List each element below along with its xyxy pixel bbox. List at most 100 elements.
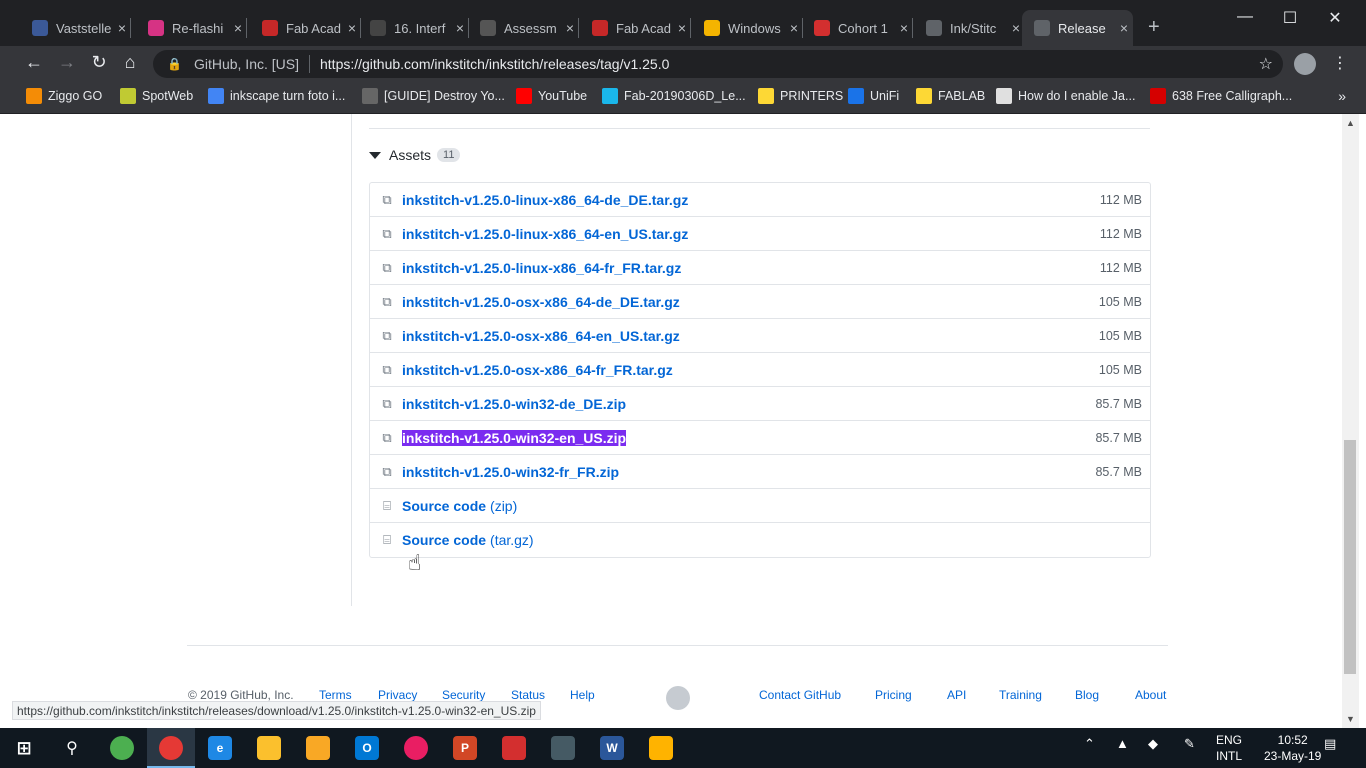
dropbox-icon[interactable]: ◆ [1148,736,1158,752]
tab-close-icon[interactable]: × [785,20,803,36]
bookmark-item[interactable]: FABLAB [916,88,985,104]
windows-start-icon[interactable]: ⊞ [12,736,36,760]
vertical-scrollbar[interactable]: ▲ ▼ [1342,114,1359,728]
notifications-icon[interactable]: ▤ [1324,736,1336,752]
source-code-link[interactable]: Source code [402,498,486,514]
tab-close-icon[interactable]: × [113,20,131,36]
github-icon [1034,20,1050,36]
network-icon[interactable]: ▲ [1116,736,1129,751]
home-icon[interactable]: ⌂ [118,52,142,73]
asset-download-link[interactable]: inkstitch-v1.25.0-osx-x86_64-en_US.tar.g… [402,328,680,344]
asset-size: 105 MB [1098,362,1142,377]
browser-tab[interactable]: Vaststelle × [20,10,131,46]
bookmark-item[interactable]: YouTube [516,88,587,104]
browser-tab[interactable]: Fab Acad × [580,10,691,46]
browser-tab[interactable]: Fab Acad × [250,10,361,46]
inkscape-icon[interactable] [551,736,575,760]
source-code-format[interactable]: (tar.gz) [490,532,534,548]
bookmarks-overflow-icon[interactable]: » [1338,88,1346,104]
globe-app-icon[interactable] [110,736,134,760]
tab-close-icon[interactable]: × [561,20,579,36]
back-icon[interactable]: ← [22,52,46,73]
bookmark-item[interactable]: inkscape turn foto i... [208,88,345,104]
browser-tab[interactable]: 16. Interf × [358,10,469,46]
powerpoint-icon[interactable]: P [453,736,477,760]
paint-app-icon[interactable] [404,736,428,760]
forward-icon[interactable]: → [55,52,79,73]
source-code-format[interactable]: (zip) [490,498,517,514]
asset-download-link[interactable]: inkstitch-v1.25.0-win32-en_US.zip [402,429,627,446]
asset-download-link[interactable]: inkstitch-v1.25.0-linux-x86_64-fr_FR.tar… [402,260,681,276]
tab-title: Assessm [504,20,557,36]
footer-link[interactable]: API [947,688,966,702]
footer-link[interactable]: About [1135,688,1166,702]
footer-link[interactable]: Pricing [875,688,912,702]
pen-icon[interactable]: ✎ [1184,736,1195,752]
asset-download-link[interactable]: inkstitch-v1.25.0-osx-x86_64-fr_FR.tar.g… [402,362,673,378]
footer-link[interactable]: Blog [1075,688,1099,702]
tab-close-icon[interactable]: × [229,20,247,36]
bookmark-item[interactable]: Ziggo GO [26,88,102,104]
profile-avatar[interactable] [1294,53,1316,75]
system-clock[interactable]: 10:52 23-May-19 [1264,732,1321,764]
footer-link[interactable]: Status [511,688,545,702]
source-code-link[interactable]: Source code [402,532,486,548]
asset-download-link[interactable]: inkstitch-v1.25.0-win32-de_DE.zip [402,396,626,412]
outlook-icon[interactable]: O [355,736,379,760]
browser-tab[interactable]: Ink/Stitc × [914,10,1025,46]
minimize-button[interactable]: — [1222,8,1268,26]
search-icon[interactable]: ⚲ [60,736,84,760]
section-divider [369,128,1150,129]
footer-link[interactable]: Privacy [378,688,417,702]
bookmark-item[interactable]: UniFi [848,88,899,104]
scroll-up-icon[interactable]: ▲ [1346,118,1355,128]
browser-tab[interactable]: Cohort 1 × [802,10,913,46]
footer-link[interactable]: Help [570,688,595,702]
reload-icon[interactable]: ↻ [87,52,111,73]
bookmark-item[interactable]: PRINTERS [758,88,843,104]
tab-close-icon[interactable]: × [451,20,469,36]
browser-tab[interactable]: Windows × [692,10,803,46]
scroll-down-icon[interactable]: ▼ [1346,714,1355,724]
browser-tab[interactable]: Assessm × [468,10,579,46]
bookmark-star-icon[interactable]: ☆ [1259,54,1273,74]
file-explorer-icon[interactable] [257,736,281,760]
new-tab-button[interactable]: + [1148,16,1160,39]
bookmark-item[interactable]: How do I enable Ja... [996,88,1135,104]
footer-link[interactable]: Contact GitHub [759,688,841,702]
tray-overflow-icon[interactable]: ⌃ [1084,736,1095,752]
tab-close-icon[interactable]: × [1115,20,1133,36]
bookmark-item[interactable]: SpotWeb [120,88,193,104]
asset-download-link[interactable]: inkstitch-v1.25.0-linux-x86_64-de_DE.tar… [402,192,688,208]
footer-link[interactable]: Training [999,688,1042,702]
footer-link[interactable]: Security [442,688,485,702]
menu-dots-icon[interactable]: ⋮ [1332,53,1348,73]
acrobat-icon[interactable] [502,736,526,760]
asset-download-link[interactable]: inkstitch-v1.25.0-win32-fr_FR.zip [402,464,619,480]
bird-app-icon[interactable] [306,736,330,760]
browser-tab[interactable]: Release × [1022,10,1133,46]
edge-icon[interactable]: e [208,736,232,760]
tab-close-icon[interactable]: × [895,20,913,36]
assets-toggle[interactable]: Assets 11 [369,147,461,163]
tab-close-icon[interactable]: × [673,20,691,36]
site-identity[interactable]: GitHub, Inc. [US] [194,56,299,72]
close-window-button[interactable]: ✕ [1312,8,1358,28]
github-logo-icon[interactable] [666,686,690,710]
word-icon[interactable]: W [600,736,624,760]
bookmark-item[interactable]: 638 Free Calligraph... [1150,88,1292,104]
scrollbar-thumb[interactable] [1344,440,1356,674]
chrome-icon[interactable] [159,736,183,760]
browser-tab[interactable]: Re-flashi × [136,10,247,46]
maximize-button[interactable]: ☐ [1267,8,1313,28]
asset-download-link[interactable]: inkstitch-v1.25.0-osx-x86_64-de_DE.tar.g… [402,294,680,310]
bookmark-item[interactable]: [GUIDE] Destroy Yo... [362,88,505,104]
asset-download-link[interactable]: inkstitch-v1.25.0-linux-x86_64-en_US.tar… [402,226,688,242]
archive-app-icon[interactable] [649,736,673,760]
footer-link[interactable]: Terms [319,688,352,702]
footer-copyright: © 2019 GitHub, Inc. [188,688,294,702]
bookmark-item[interactable]: Fab-20190306D_Le... [602,88,746,104]
url-text[interactable]: https://github.com/inkstitch/inkstitch/r… [320,56,669,72]
address-bar[interactable]: 🔒 GitHub, Inc. [US] https://github.com/i… [153,50,1283,78]
input-language[interactable]: ENG INTL [1216,732,1242,764]
